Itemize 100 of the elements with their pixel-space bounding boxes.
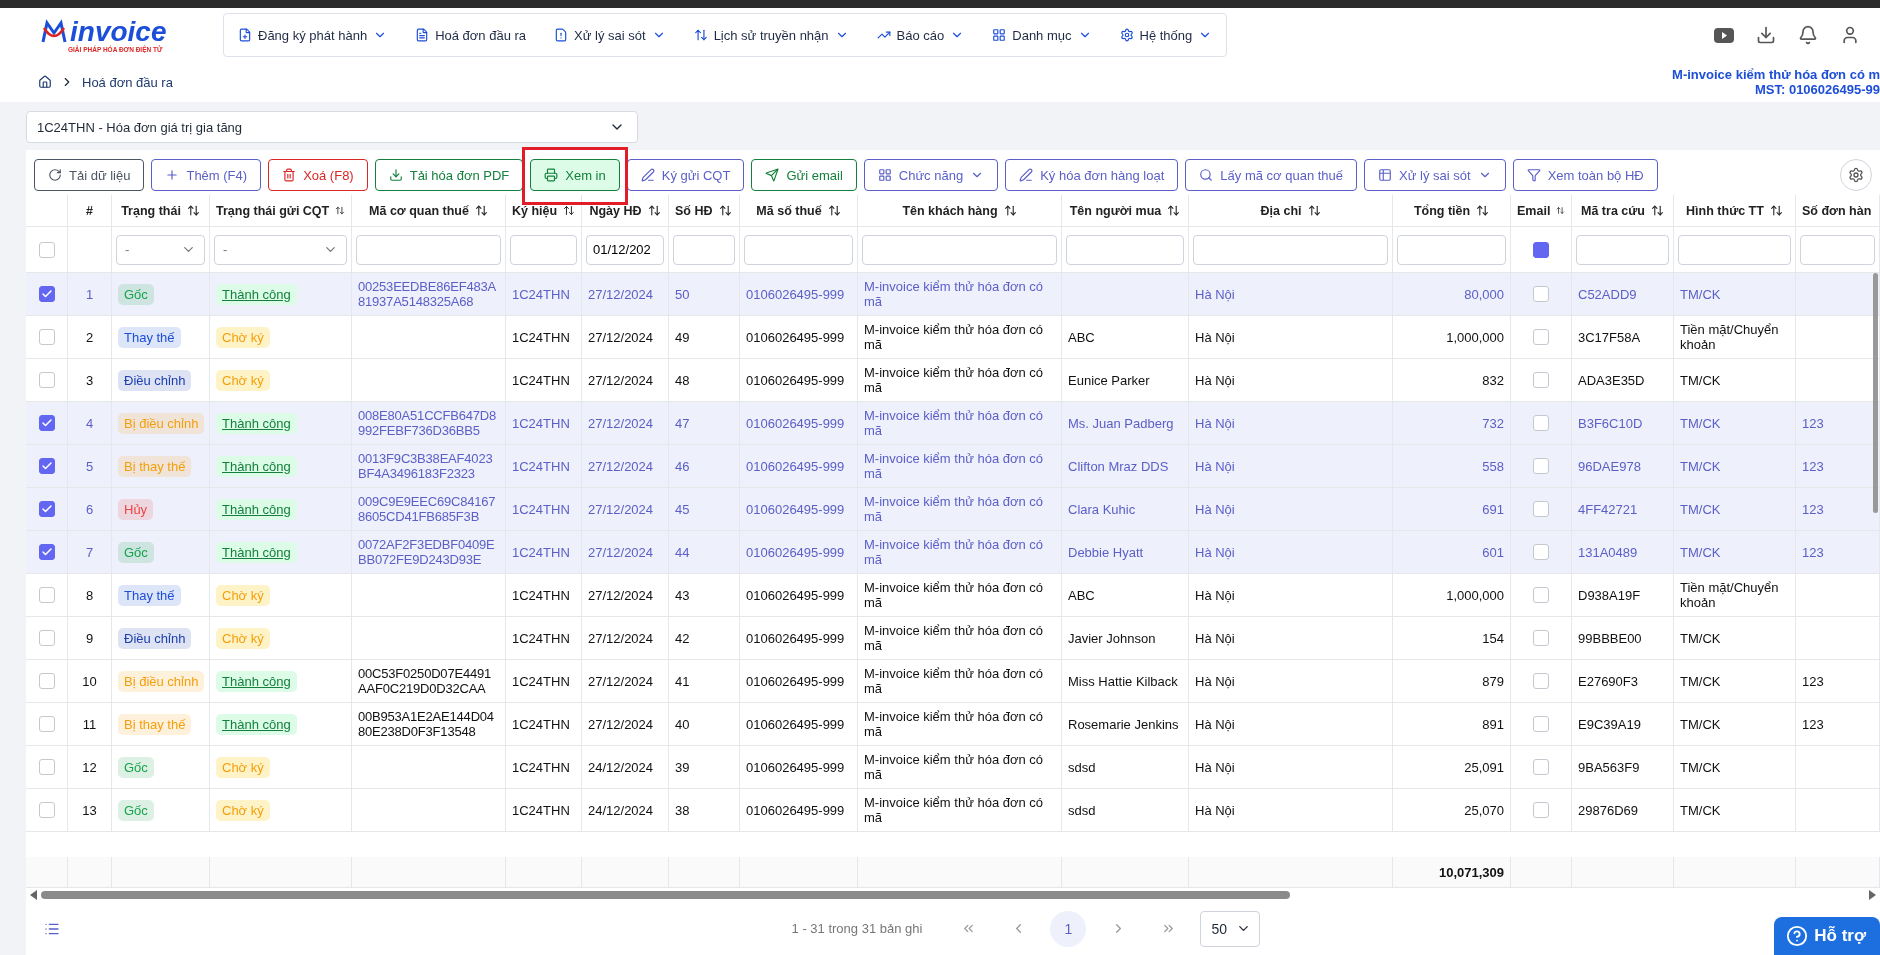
checkbox[interactable] [1533, 458, 1549, 474]
filter-field[interactable] [744, 234, 853, 265]
toolbar-button[interactable]: Ký gửi CQT [626, 159, 745, 191]
help-button[interactable]: Hỗ trợ [1774, 917, 1880, 955]
table-cell: TM/CK [1674, 789, 1796, 832]
toolbar-button[interactable]: Gửi email [751, 159, 857, 191]
scroll-right-icon[interactable] [1869, 890, 1876, 900]
tax-status-tag: Thành công [216, 498, 297, 520]
nav-item[interactable]: Báo cáo [876, 27, 965, 43]
tax-status-tag: Thành công [216, 455, 297, 477]
search-icon [1199, 168, 1214, 182]
checkbox[interactable] [38, 329, 55, 345]
table-cell [26, 857, 68, 888]
filter-field[interactable] [1397, 234, 1506, 265]
checkbox[interactable] [38, 415, 55, 431]
checkbox[interactable] [38, 544, 55, 560]
video-icon[interactable] [1714, 27, 1734, 43]
tax-status-tag: Chờ ký [216, 369, 270, 391]
table-cell: 13 [68, 789, 112, 832]
trash-icon [282, 168, 297, 182]
nav-item[interactable]: Danh mục [992, 27, 1092, 43]
checkbox[interactable] [38, 286, 55, 302]
scrollbar[interactable] [41, 891, 1291, 899]
filter-field[interactable] [1678, 234, 1791, 265]
checkbox[interactable] [38, 673, 55, 689]
filter-field[interactable] [510, 234, 577, 265]
checkbox[interactable] [1533, 241, 1549, 258]
sort-icon [718, 204, 732, 217]
toolbar-button[interactable]: Xoá (F8) [268, 159, 368, 191]
bell-icon[interactable] [1798, 25, 1818, 45]
download-icon[interactable] [1756, 25, 1776, 45]
toolbar-button[interactable]: Thêm (F4) [151, 159, 262, 191]
toolbar-button[interactable]: Tải hóa đơn PDF [374, 159, 524, 191]
home-icon[interactable] [38, 75, 52, 89]
checkbox[interactable] [1533, 415, 1549, 431]
nav-item[interactable]: Hệ thống [1119, 27, 1213, 43]
filter-field[interactable] [673, 234, 735, 265]
file-warning-icon [554, 28, 569, 42]
filter-select[interactable]: - [116, 234, 205, 265]
checkbox[interactable] [38, 759, 55, 775]
logo-text: invoice [70, 18, 167, 45]
help-icon [1786, 925, 1809, 947]
scrollbar[interactable] [1873, 273, 1878, 513]
checkbox[interactable] [38, 802, 55, 818]
tax-status-tag: Chờ ký [216, 756, 270, 778]
pen-icon [640, 168, 655, 182]
checkbox[interactable] [1533, 759, 1549, 775]
tax-status-tag: Chờ ký [216, 799, 270, 821]
checkbox[interactable] [1533, 372, 1549, 388]
checkbox[interactable] [38, 716, 55, 732]
filter-field[interactable] [1193, 234, 1388, 265]
checkbox[interactable] [1533, 673, 1549, 689]
checkbox[interactable] [1533, 630, 1549, 646]
plus-icon [165, 168, 180, 182]
filter-field[interactable] [862, 234, 1057, 265]
refresh-icon [48, 168, 62, 182]
toolbar-button[interactable]: Tải dữ liệu [34, 159, 145, 191]
toolbar-button[interactable]: Xem in [530, 159, 620, 191]
filter-field[interactable] [356, 234, 501, 265]
checkbox[interactable] [38, 458, 55, 474]
checkbox[interactable] [38, 501, 55, 517]
toolbar-button[interactable]: Chức năng [863, 159, 999, 191]
checkbox[interactable] [1533, 716, 1549, 732]
nav-item[interactable]: Xử lý sai sót [554, 27, 666, 43]
toolbar-button[interactable]: Lấy mã cơ quan thuế [1185, 159, 1358, 191]
settings-button[interactable] [1840, 159, 1872, 191]
nav-item[interactable]: Đăng ký phát hành [238, 27, 388, 43]
breadcrumb-link[interactable]: Hoá đơn đầu ra [82, 74, 173, 90]
filter-field[interactable] [1576, 234, 1669, 265]
checkbox[interactable] [38, 587, 55, 603]
checkbox[interactable] [1533, 501, 1549, 517]
checkbox[interactable] [38, 372, 55, 388]
table-cell: M-invoice kiểm thử hóa đơn có mã [858, 789, 1062, 832]
filter-field[interactable] [1066, 234, 1184, 265]
status-tag: Gốc [118, 541, 154, 563]
table-cell [1511, 857, 1572, 888]
user-icon[interactable] [1840, 25, 1860, 45]
toolbar-button[interactable]: Ký hóa đơn hàng loạt [1005, 159, 1179, 191]
filter-select[interactable]: - [214, 234, 347, 265]
nav-item[interactable]: Hoá đơn đầu ra [415, 27, 527, 43]
checkbox[interactable] [38, 241, 55, 258]
checkbox[interactable] [1533, 329, 1549, 345]
checkbox[interactable] [1533, 544, 1549, 560]
status-tag: Gốc [118, 799, 154, 821]
checkbox[interactable] [1533, 802, 1549, 818]
checkbox[interactable] [38, 630, 55, 646]
toolbar-button[interactable]: Xem toàn bộ HĐ [1512, 159, 1658, 191]
checkbox[interactable] [1533, 286, 1549, 302]
nav-item[interactable]: Lịch sử truyền nhận [693, 27, 849, 43]
filter-field[interactable]: 01/12/202 [586, 234, 664, 265]
page-button[interactable]: 1 [1050, 910, 1087, 947]
sort-icon [1307, 204, 1321, 217]
checkbox[interactable] [1533, 587, 1549, 603]
series-select[interactable]: 1C24THN - Hóa đơn giá trị gia tăng [26, 111, 638, 143]
record-summary: 1 - 31 trong 31 bản ghi [791, 921, 923, 936]
filter-icon [1526, 168, 1541, 182]
filter-field[interactable] [1800, 234, 1875, 265]
page-size-select[interactable]: 50 [1200, 910, 1261, 947]
status-tag: Bị điều chỉnh [118, 412, 205, 434]
toolbar-button[interactable]: Xử lý sai sót [1364, 159, 1506, 191]
